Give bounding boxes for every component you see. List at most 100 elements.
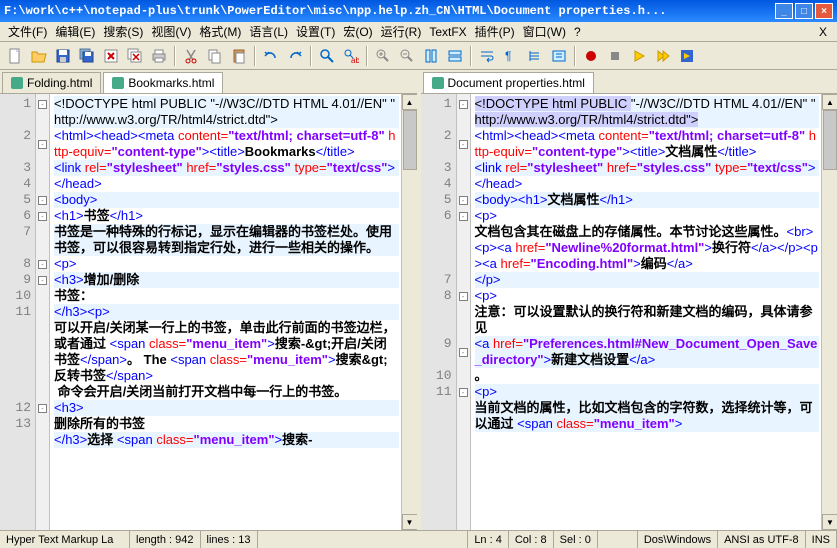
code-line[interactable]: 书签是一种特殊的行标记，显示在编辑器的书签栏处。使用书签，可以很容易转到指定行处… bbox=[54, 224, 399, 256]
replace-button[interactable]: ab bbox=[340, 45, 362, 67]
play-macro-multi-button[interactable] bbox=[652, 45, 674, 67]
file-tab[interactable]: Folding.html bbox=[2, 72, 101, 93]
left-code-area[interactable]: 12345678910111213 ------- <!DOCTYPE html… bbox=[0, 94, 417, 530]
scroll-down-button[interactable]: ▼ bbox=[402, 514, 417, 530]
menu-item[interactable]: 视图(V) bbox=[147, 23, 195, 41]
code-line[interactable]: <!DOCTYPE html PUBLIC "-//W3C//DTD HTML … bbox=[54, 96, 399, 112]
fold-toggle[interactable]: - bbox=[38, 404, 47, 413]
cut-button[interactable] bbox=[180, 45, 202, 67]
fold-toggle[interactable]: - bbox=[459, 348, 468, 357]
close-all-button[interactable] bbox=[124, 45, 146, 67]
save-button[interactable] bbox=[52, 45, 74, 67]
menu-item[interactable]: 运行(R) bbox=[377, 23, 426, 41]
save-all-button[interactable] bbox=[76, 45, 98, 67]
code-line[interactable]: 删除所有的书签 bbox=[54, 416, 399, 432]
code-line[interactable]: <p> bbox=[475, 384, 820, 400]
fold-toggle[interactable]: - bbox=[459, 140, 468, 149]
user-lang-button[interactable] bbox=[548, 45, 570, 67]
menu-item[interactable]: 宏(O) bbox=[339, 23, 376, 41]
fold-toggle[interactable]: - bbox=[38, 140, 47, 149]
menu-item[interactable]: 编辑(E) bbox=[51, 23, 99, 41]
code-line[interactable]: <html><head><meta content="text/html; ch… bbox=[54, 128, 399, 160]
code-line[interactable]: <p> bbox=[475, 208, 820, 224]
code-line[interactable]: http://www.w3.org/TR/html4/strict.dtd"> bbox=[475, 112, 820, 128]
open-file-button[interactable] bbox=[28, 45, 50, 67]
code-line[interactable]: 命令会开启/关闭当前打开文档中每一行上的书签。 bbox=[54, 384, 399, 400]
code-line[interactable]: <a href="Preferences.html#New_Document_O… bbox=[475, 336, 820, 368]
fold-toggle[interactable]: - bbox=[459, 100, 468, 109]
zoom-out-button[interactable] bbox=[396, 45, 418, 67]
menu-item[interactable]: 插件(P) bbox=[471, 23, 519, 41]
indent-guide-button[interactable] bbox=[524, 45, 546, 67]
code-line[interactable]: <link rel="stylesheet" href="styles.css"… bbox=[54, 160, 399, 176]
redo-button[interactable] bbox=[284, 45, 306, 67]
fold-toggle[interactable]: - bbox=[38, 212, 47, 221]
fold-toggle[interactable]: - bbox=[38, 276, 47, 285]
menu-item[interactable]: 设置(T) bbox=[292, 23, 339, 41]
sync-h-button[interactable] bbox=[444, 45, 466, 67]
play-macro-button[interactable] bbox=[628, 45, 650, 67]
menu-item[interactable]: 语言(L) bbox=[245, 23, 292, 41]
fold-toggle[interactable]: - bbox=[459, 212, 468, 221]
code-line[interactable]: 当前文档的属性，比如文档包含的字符数，选择统计等，可以通过 <span clas… bbox=[475, 400, 820, 432]
find-button[interactable] bbox=[316, 45, 338, 67]
minimize-button[interactable]: _ bbox=[775, 3, 793, 19]
stop-macro-button[interactable] bbox=[604, 45, 626, 67]
code-line[interactable]: 可以开启/关闭某一行上的书签，单击此行前面的书签边栏，或者通过 <span cl… bbox=[54, 320, 399, 384]
fold-toggle[interactable]: - bbox=[38, 260, 47, 269]
print-button[interactable] bbox=[148, 45, 170, 67]
scroll-down-button[interactable]: ▼ bbox=[822, 514, 837, 530]
menu-item[interactable]: 窗口(W) bbox=[519, 23, 570, 41]
code-line[interactable]: </h3>选择 <span class="menu_item">搜索- bbox=[54, 432, 399, 448]
code-line[interactable]: <!DOCTYPE html PUBLIC "-//W3C//DTD HTML … bbox=[475, 96, 820, 112]
zoom-in-button[interactable] bbox=[372, 45, 394, 67]
fold-toggle[interactable]: - bbox=[38, 100, 47, 109]
code-line[interactable]: </head> bbox=[54, 176, 399, 192]
code-line[interactable]: 。 bbox=[475, 368, 820, 384]
code-line[interactable]: <p> bbox=[54, 256, 399, 272]
wordwrap-button[interactable] bbox=[476, 45, 498, 67]
code-line[interactable]: </head> bbox=[475, 176, 820, 192]
fold-toggle[interactable]: - bbox=[459, 388, 468, 397]
code-line[interactable]: <h3> bbox=[54, 400, 399, 416]
code-line[interactable]: <h1>书签</h1> bbox=[54, 208, 399, 224]
menu-item[interactable]: 格式(M) bbox=[195, 23, 245, 41]
menu-item[interactable]: 文件(F) bbox=[4, 23, 51, 41]
menu-item[interactable]: TextFX bbox=[425, 23, 470, 41]
right-code-area[interactable]: 1234567891011 ------- <!DOCTYPE html PUB… bbox=[421, 94, 837, 530]
maximize-button[interactable]: □ bbox=[795, 3, 813, 19]
fold-toggle[interactable]: - bbox=[459, 196, 468, 205]
close-button[interactable]: × bbox=[815, 3, 833, 19]
save-macro-button[interactable] bbox=[676, 45, 698, 67]
close-file-button[interactable] bbox=[100, 45, 122, 67]
menu-item[interactable]: 搜索(S) bbox=[99, 23, 147, 41]
scroll-up-button[interactable]: ▲ bbox=[822, 94, 837, 110]
menu-item[interactable]: ? bbox=[570, 23, 585, 41]
show-all-chars-button[interactable]: ¶ bbox=[500, 45, 522, 67]
scroll-thumb[interactable] bbox=[403, 110, 417, 170]
menubar-close-icon[interactable]: X bbox=[813, 23, 833, 41]
scroll-thumb[interactable] bbox=[823, 110, 837, 170]
code-line[interactable]: <body><h1>文档属性</h1> bbox=[475, 192, 820, 208]
paste-button[interactable] bbox=[228, 45, 250, 67]
code-line[interactable]: </p> bbox=[475, 272, 820, 288]
new-file-button[interactable] bbox=[4, 45, 26, 67]
code-line[interactable]: <html><head><meta content="text/html; ch… bbox=[475, 128, 820, 160]
code-line[interactable]: </h3><p> bbox=[54, 304, 399, 320]
scrollbar-vertical[interactable]: ▲ ▼ bbox=[401, 94, 417, 530]
code-line[interactable]: <body> bbox=[54, 192, 399, 208]
code-line[interactable]: 书签： bbox=[54, 288, 399, 304]
code-line[interactable]: <h3>增加/删除 bbox=[54, 272, 399, 288]
scrollbar-vertical[interactable]: ▲ ▼ bbox=[821, 94, 837, 530]
code-line[interactable]: 注意：可以设置默认的换行符和新建文档的编码，具体请参见 bbox=[475, 304, 820, 336]
file-tab[interactable]: Bookmarks.html bbox=[103, 72, 223, 93]
undo-button[interactable] bbox=[260, 45, 282, 67]
copy-button[interactable] bbox=[204, 45, 226, 67]
code-line[interactable]: <p> bbox=[475, 288, 820, 304]
code-line[interactable]: 文档包含其在磁盘上的存储属性。本节讨论这些属性。<br><p><a href="… bbox=[475, 224, 820, 272]
record-macro-button[interactable] bbox=[580, 45, 602, 67]
file-tab[interactable]: Document properties.html bbox=[423, 72, 594, 93]
scroll-up-button[interactable]: ▲ bbox=[402, 94, 417, 110]
code-line[interactable]: <link rel="stylesheet" href="styles.css"… bbox=[475, 160, 820, 176]
fold-toggle[interactable]: - bbox=[459, 292, 468, 301]
